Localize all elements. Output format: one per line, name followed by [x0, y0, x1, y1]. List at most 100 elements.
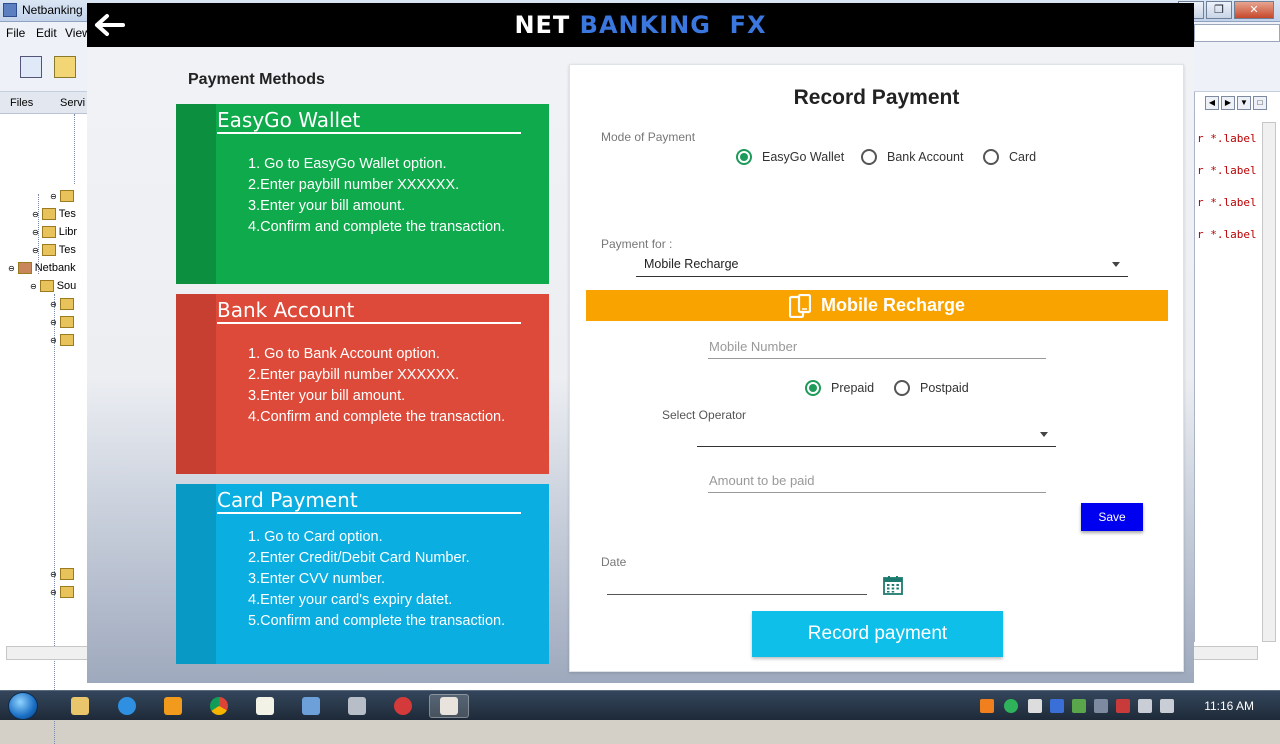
project-tree: ⊖ ⊖ Tes ⊖ Libr ⊖ Tes ⊖ Netbank ⊖ Sou ⊖ ⊖ ⊖ ⊖ … [0, 114, 90, 744]
nav-down-icon[interactable]: ▼ [1237, 96, 1251, 110]
chevron-down-icon [1112, 262, 1120, 267]
maximize-icon[interactable]: □ [1253, 96, 1267, 110]
tree-item[interactable]: Sou [57, 280, 77, 292]
instruction-step: 3.Enter your bill amount. [248, 198, 406, 214]
menu-file[interactable]: File [6, 26, 25, 40]
tray-app-icon[interactable] [1094, 699, 1108, 713]
system-tray: 11:16 AM [980, 691, 1280, 721]
restore-button[interactable]: ❐ [1206, 1, 1232, 19]
package-icon [59, 568, 74, 580]
instruction-step: 1. Go to Bank Account option. [248, 346, 440, 362]
banner-title: Mobile Recharge [820, 295, 966, 315]
network-icon[interactable] [1138, 699, 1152, 713]
editor-panel: ◀ ▶ ▼ □ r *.label r *.label r *.label r … [1194, 92, 1280, 642]
date-picker-field[interactable] [607, 575, 867, 595]
amount-input[interactable] [708, 469, 1046, 493]
tray-app-icon[interactable] [1072, 699, 1086, 713]
virtualbox-taskbar-icon[interactable] [291, 694, 331, 718]
windows-taskbar: 11:16 AM [0, 690, 1280, 720]
close-button[interactable]: ✕ [1234, 1, 1274, 19]
code-line: r *.label [1197, 132, 1257, 145]
tab-files[interactable]: Files [10, 97, 33, 109]
new-file-icon[interactable] [20, 56, 42, 78]
recorder-taskbar-icon[interactable] [383, 694, 423, 718]
code-line: r *.label [1197, 228, 1257, 241]
mobile-devices-icon [788, 293, 811, 318]
date-label: Date [601, 555, 627, 569]
radio-unselected-icon [894, 380, 910, 396]
tray-app-icon[interactable] [1050, 699, 1064, 713]
radio-bank-account[interactable]: Bank Account [861, 149, 963, 165]
notepad-taskbar-icon[interactable] [245, 694, 285, 718]
nav-left-icon[interactable]: ◀ [1205, 96, 1219, 110]
instruction-step: 2.Enter Credit/Debit Card Number. [248, 550, 470, 566]
app-brand: NET BANKING FX [87, 11, 1194, 39]
mode-of-payment-label: Mode of Payment [601, 130, 696, 144]
payment-methods-title: Payment Methods [188, 71, 325, 88]
folder-icon [41, 226, 56, 238]
radio-postpaid[interactable]: Postpaid [894, 380, 969, 396]
instruction-step: 4.Confirm and complete the transaction. [248, 409, 506, 425]
record-payment-title: Record Payment [793, 86, 960, 109]
card-title: EasyGo Wallet [217, 108, 361, 132]
start-button[interactable] [8, 692, 38, 720]
radio-label: EasyGo Wallet [762, 150, 845, 164]
card-title: Card Payment [217, 488, 358, 512]
netbeans-icon [3, 3, 17, 17]
volume-icon[interactable] [1160, 699, 1174, 713]
instruction-step: 1. Go to EasyGo Wallet option. [248, 156, 447, 172]
chrome-taskbar-icon[interactable] [199, 694, 239, 718]
instruction-step: 1. Go to Card option. [248, 529, 383, 545]
app-header: NET BANKING FX [87, 3, 1194, 47]
java-taskbar-icon[interactable] [429, 694, 469, 718]
folder-icon [41, 208, 56, 220]
tree-item[interactable]: Netbank [35, 262, 76, 274]
tray-app-icon[interactable] [980, 699, 994, 713]
folder-icon [41, 244, 56, 256]
tray-app-icon[interactable] [1004, 699, 1018, 713]
tree-item[interactable]: Libr [59, 226, 77, 238]
calendar-icon[interactable] [883, 575, 903, 595]
card-payment-card: Card Payment 1. Go to Card option. 2.Ent… [176, 484, 549, 664]
explorer-taskbar-icon[interactable] [60, 694, 100, 718]
taskbar-clock[interactable]: 11:16 AM [1204, 699, 1254, 713]
tree-item[interactable]: Tes [59, 244, 76, 256]
vertical-scrollbar[interactable] [1262, 122, 1276, 642]
radio-unselected-icon [861, 149, 877, 165]
internet-explorer-taskbar-icon[interactable] [107, 694, 147, 718]
database-taskbar-icon[interactable] [337, 694, 377, 718]
package-icon [59, 298, 74, 310]
project-icon [17, 262, 32, 274]
payment-for-select[interactable]: Mobile Recharge [636, 255, 1128, 277]
tab-services[interactable]: Servi [60, 97, 85, 109]
code-line: r *.label [1197, 164, 1257, 177]
nav-right-icon[interactable]: ▶ [1221, 96, 1235, 110]
save-button[interactable]: Save [1081, 503, 1143, 531]
brand-net: NET [514, 11, 571, 39]
record-payment-button[interactable]: Record payment [752, 611, 1003, 657]
easygo-wallet-card: EasyGo Wallet 1. Go to EasyGo Wallet opt… [176, 104, 549, 284]
radio-label: Bank Account [887, 150, 964, 164]
folder-icon [39, 280, 54, 292]
tree-item[interactable]: Tes [59, 208, 76, 220]
package-icon [59, 586, 74, 598]
radio-label: Prepaid [831, 381, 875, 395]
tray-app-icon[interactable] [1116, 699, 1130, 713]
radio-prepaid[interactable]: Prepaid [805, 380, 874, 396]
payment-for-label: Payment for : [601, 237, 673, 251]
radio-selected-icon [736, 149, 752, 165]
ide-search-field[interactable] [1194, 24, 1280, 42]
media-player-taskbar-icon[interactable] [153, 694, 193, 718]
operator-select[interactable] [697, 425, 1056, 447]
radio-card[interactable]: Card [983, 149, 1036, 165]
instruction-step: 5.Confirm and complete the transaction. [248, 613, 506, 629]
new-project-icon[interactable] [54, 56, 76, 78]
tray-app-icon[interactable] [1028, 699, 1042, 713]
menu-edit[interactable]: Edit [36, 26, 57, 40]
package-icon [59, 316, 74, 328]
package-icon [59, 334, 74, 346]
folder-icon [59, 190, 74, 202]
mobile-number-input[interactable] [708, 335, 1046, 359]
radio-easygo-wallet[interactable]: EasyGo Wallet [736, 149, 844, 165]
instruction-step: 2.Enter paybill number XXXXXX. [248, 367, 460, 383]
